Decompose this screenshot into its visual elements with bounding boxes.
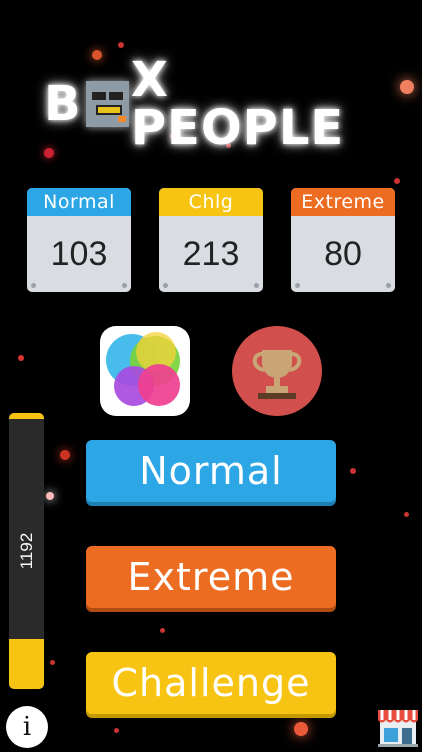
- game-title: B X PEOPLE: [44, 56, 384, 152]
- score-card-value: 103: [50, 234, 108, 273]
- coin-meter: 1192: [9, 413, 44, 689]
- score-card-value: 213: [182, 234, 240, 273]
- score-card-label: Extreme: [291, 188, 395, 216]
- score-card-value: 80: [324, 234, 362, 273]
- shop-icon[interactable]: [376, 704, 420, 748]
- trophy-icon[interactable]: [232, 326, 322, 416]
- coin-count: 1192: [16, 532, 36, 570]
- box-character-icon: [85, 81, 129, 127]
- score-card-extreme: Extreme 80: [291, 188, 395, 292]
- score-card-normal: Normal 103: [27, 188, 131, 292]
- challenge-mode-button[interactable]: Challenge: [86, 652, 336, 714]
- score-card-label: Chlg: [159, 188, 263, 216]
- game-center-icon[interactable]: [100, 326, 190, 416]
- title-rest: X PEOPLE: [130, 52, 345, 156]
- info-icon[interactable]: i: [6, 706, 48, 748]
- score-card-challenge: Chlg 213: [159, 188, 263, 292]
- score-card-label: Normal: [27, 188, 131, 216]
- extreme-mode-button[interactable]: Extreme: [86, 546, 336, 608]
- coin-meter-fill: [9, 639, 44, 689]
- normal-mode-button[interactable]: Normal: [86, 440, 336, 502]
- title-letter-b: B: [44, 76, 82, 132]
